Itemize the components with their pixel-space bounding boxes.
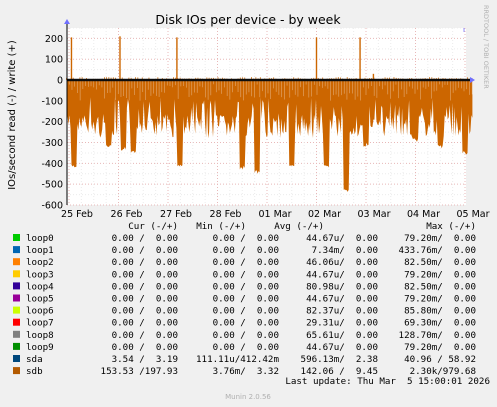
legend-avg: 44.67u/ 0.00 (306, 294, 378, 305)
legend-series-name: loop6 (26, 306, 54, 317)
legend-series-name: loop0 (26, 233, 54, 244)
legend-max: 69.30m/ 0.00 (404, 318, 476, 329)
chart-title: Disk IOs per device - by week (155, 12, 341, 27)
legend-avg: 7.34m/ 0.00 (312, 245, 378, 256)
legend-min: 0.00 / 0.00 (213, 281, 279, 292)
legend-header: Cur (-/+) (128, 221, 178, 232)
legend-cur: 0.00 / 0.00 (112, 318, 178, 329)
legend-series-name: loop7 (26, 318, 54, 329)
legend-swatch (13, 282, 20, 290)
legend-header: Max (-/+) (426, 221, 476, 232)
legend-header: Min (-/+) (196, 221, 246, 232)
legend-avg: 44.67u/ 0.00 (306, 233, 378, 244)
legend-cur: 0.00 / 0.00 (112, 245, 178, 256)
legend-series-name: loop5 (26, 294, 54, 305)
x-tick-label: 01 Mar (258, 209, 291, 220)
legend-max: 82.50m/ 0.00 (404, 257, 476, 268)
legend-min: 0.00 / 0.00 (213, 257, 279, 268)
legend-cur: 0.00 / 0.00 (112, 281, 178, 292)
legend-min: 0.00 / 0.00 (213, 342, 279, 353)
legend-avg: 82.37u/ 0.00 (306, 306, 378, 317)
legend-avg: 65.61u/ 0.00 (306, 330, 378, 341)
legend-avg: 596.13m/ 2.38 (301, 354, 378, 365)
y-tick-label: 200 (45, 34, 63, 45)
legend-cur: 153.53 /197.93 (101, 366, 178, 377)
y-tick-label: -400 (41, 159, 63, 170)
y-axis-label: IOs/second read (-) / write (+) (7, 40, 18, 190)
legend-cur: 0.00 / 0.00 (112, 330, 178, 341)
legend-swatch (13, 318, 20, 326)
legend-cur: 0.00 / 0.00 (112, 269, 178, 280)
legend-swatch (13, 246, 20, 254)
legend-series-name: loop2 (26, 257, 54, 268)
legend-swatch (13, 306, 20, 314)
legend-avg: 44.67u/ 0.00 (306, 269, 378, 280)
x-tick-label: 05 Mar (456, 209, 489, 220)
legend-max: 82.50m/ 0.00 (404, 281, 476, 292)
legend-avg: 80.98u/ 0.00 (306, 281, 378, 292)
legend-series-name: sdb (26, 366, 43, 377)
y-tick-label: -300 (41, 138, 63, 149)
legend-avg: 46.06u/ 0.00 (306, 257, 378, 268)
legend-min: 0.00 / 0.00 (213, 269, 279, 280)
legend-max: 79.20m/ 0.00 (404, 342, 476, 353)
legend-max: 128.70m/ 0.00 (399, 330, 476, 341)
legend-max: 79.20m/ 0.00 (404, 294, 476, 305)
legend-max: 433.76m/ 0.00 (399, 245, 476, 256)
legend-swatch (13, 294, 20, 302)
legend-cur: 3.54 / 3.19 (112, 354, 178, 365)
legend-max: 79.20m/ 0.00 (404, 269, 476, 280)
x-tick-label: 28 Feb (210, 209, 242, 220)
y-tick-label: 0 (57, 76, 63, 87)
legend-swatch (13, 367, 20, 375)
legend-swatch (13, 330, 20, 338)
legend-avg: 44.67u/ 0.00 (306, 342, 378, 353)
x-tick-label: 26 Feb (111, 209, 143, 220)
legend-header: Avg (-/+) (274, 221, 324, 232)
legend-max: 79.20m/ 0.00 (404, 233, 476, 244)
legend-series-name: loop1 (26, 245, 54, 256)
legend-avg: 29.31u/ 0.00 (306, 318, 378, 329)
last-update: Last update: Thu Mar 5 15:00:01 2026 (285, 376, 490, 387)
munin-footer: Munin 2.0.56 (225, 393, 271, 401)
y-tick-label: -500 (41, 180, 63, 191)
legend-swatch (13, 355, 20, 362)
legend-series-name: loop8 (26, 330, 54, 341)
legend-max: 85.80m/ 0.00 (404, 306, 476, 317)
legend-swatch (13, 270, 20, 278)
y-tick-label: -600 (41, 201, 63, 212)
disk-io-chart: Disk IOs per device - by week RRDTOOL / … (0, 0, 497, 407)
legend-swatch (13, 342, 20, 350)
rrdtool-side-label: RRDTOOL / TOBI OETIKER (482, 5, 490, 89)
legend-series-name: loop4 (26, 281, 54, 292)
legend-min: 0.00 / 0.00 (213, 318, 279, 329)
legend-cur: 0.00 / 0.00 (112, 342, 178, 353)
plot-area: 200 100 0 -100 -200 -300 -400 -500 -60025 Feb 26 … (41, 19, 490, 220)
legend-min: 0.00 / 0.00 (213, 294, 279, 305)
legend-cur: 0.00 / 0.00 (112, 233, 178, 244)
legend-min: 0.00 / 0.00 (213, 245, 279, 256)
legend-series-name: sda (26, 354, 43, 365)
legend-min: 3.76m/ 3.32 (213, 366, 279, 377)
y-tick-label: -100 (41, 96, 63, 107)
x-tick-label: 02 Mar (308, 209, 341, 220)
x-tick-label: 25 Feb (61, 209, 93, 220)
x-tick-label: 27 Feb (160, 209, 192, 220)
legend-min: 111.11u/412.42m (196, 354, 279, 365)
legend-cur: 0.00 / 0.00 (112, 257, 178, 268)
legend-max: 40.96 / 58.92 (404, 354, 476, 365)
legend-cur: 0.00 / 0.00 (112, 306, 178, 317)
legend-min: 0.00 / 0.00 (213, 306, 279, 317)
legend-swatch (13, 234, 20, 241)
y-tick-label: -200 (41, 117, 63, 128)
legend-swatch (13, 258, 20, 266)
legend-series-name: loop3 (26, 269, 54, 280)
x-tick-label: 03 Mar (357, 209, 390, 220)
legend-min: 0.00 / 0.00 (213, 330, 279, 341)
legend-series-name: loop9 (26, 342, 54, 353)
legend-min: 0.00 / 0.00 (213, 233, 279, 244)
legend-cur: 0.00 / 0.00 (112, 294, 178, 305)
y-tick-label: 100 (45, 55, 63, 66)
x-tick-label: 04 Mar (407, 209, 440, 220)
